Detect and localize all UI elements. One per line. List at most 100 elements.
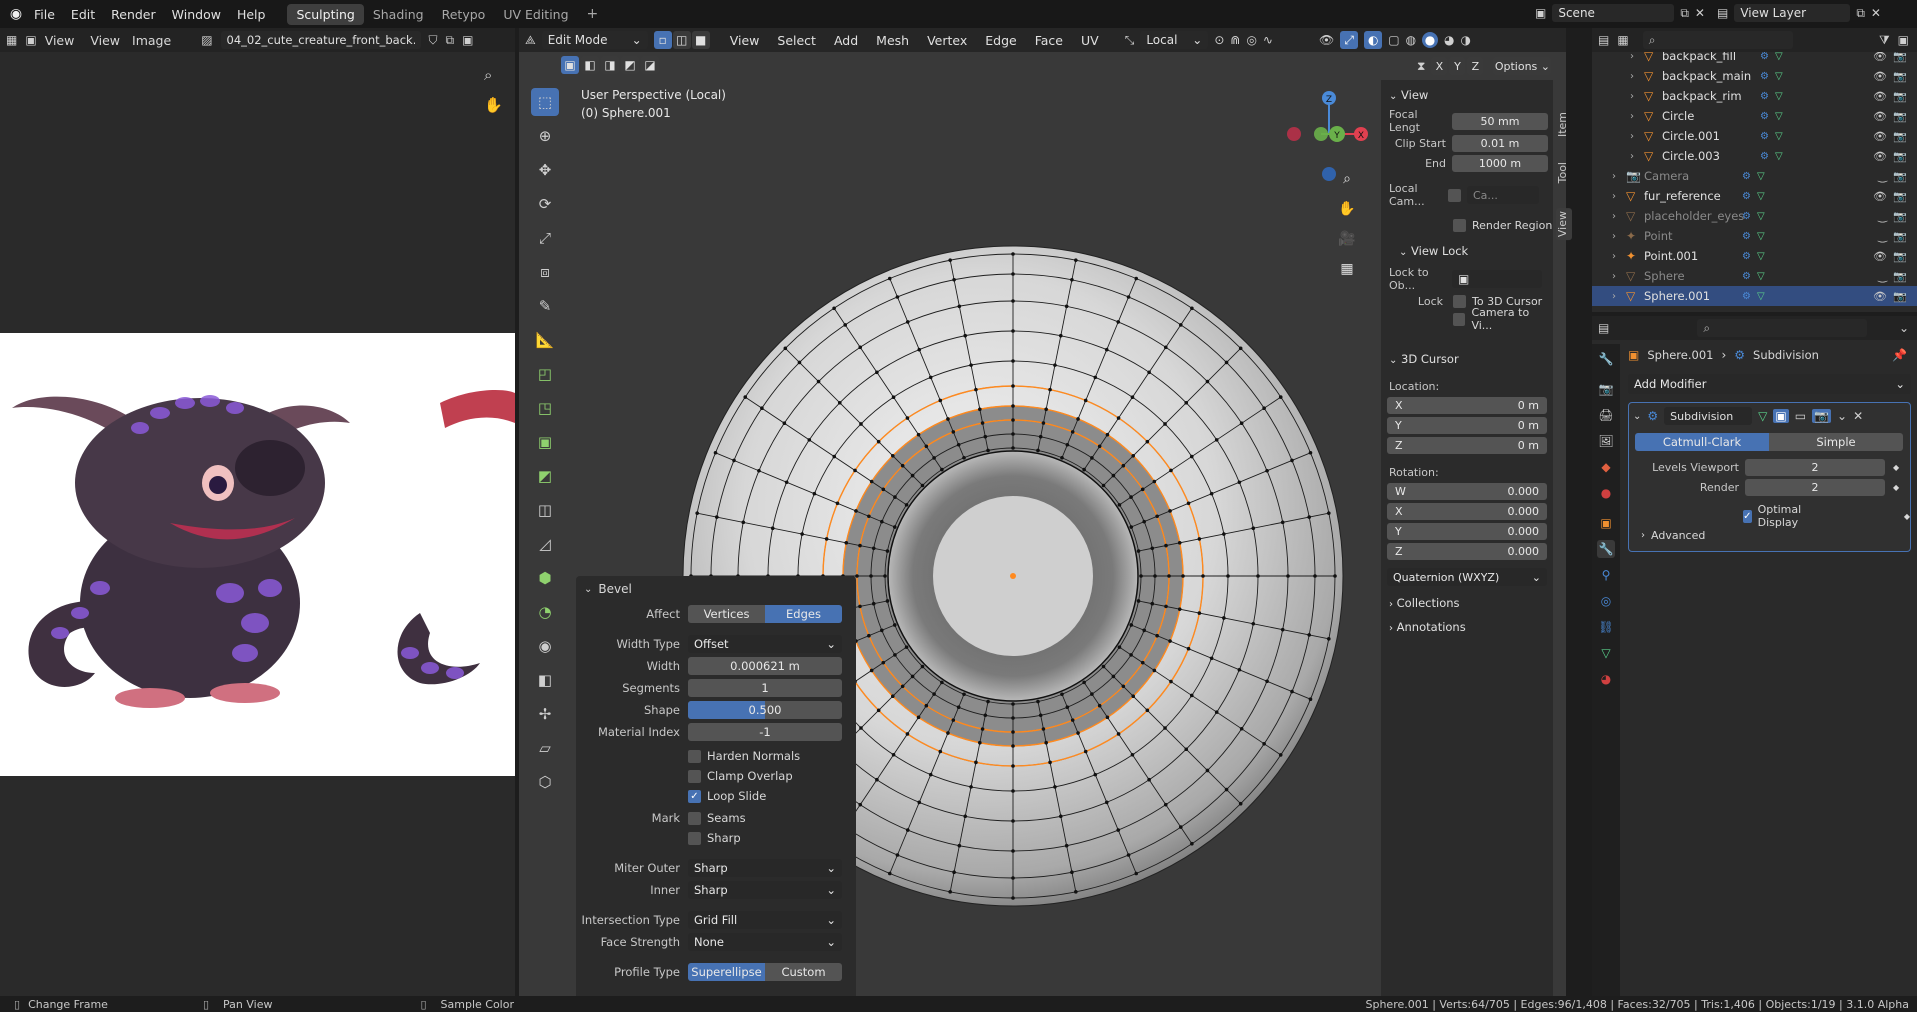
mesh-data-icon[interactable]: ▽ [1757,271,1765,282]
harden-normals-checkbox[interactable] [688,749,701,763]
expand-arrow-icon[interactable]: › [1630,52,1644,62]
visibility-eye-icon[interactable]: ‿ [1878,270,1887,283]
open-image-icon[interactable]: ▣ [462,33,473,47]
pin-icon[interactable]: 📌 [1892,348,1907,362]
collapse-arrow-icon[interactable]: ⌄ [1633,411,1641,422]
outliner-row[interactable]: › ▽ backpack_fill ⚙ ▽ 👁 📷 [1592,52,1917,66]
outliner-search-input[interactable]: ⌕ [1642,31,1793,49]
cursor-rotation-z[interactable]: Z 0.000 [1387,542,1547,560]
viewport-editor-type-icon[interactable]: ⟁ [525,33,536,48]
width-field[interactable]: 0.000621 m [688,657,842,675]
remove-scene-icon[interactable]: ✕ [1695,6,1705,20]
workspace-tab-shading[interactable]: Shading [364,4,433,25]
data-tab-icon[interactable]: ▽ [1597,644,1615,662]
gizmo-toggle-icon[interactable]: ⤢ [1340,31,1359,49]
extrude-tool[interactable]: ◳ [531,394,559,422]
3d-cursor-header[interactable]: 3D Cursor [1401,352,1459,366]
transform-orientation-dropdown[interactable]: Local ⌄ [1140,31,1209,49]
visibility-eye-icon[interactable]: 👁 [1873,290,1887,303]
loop-cut-tool[interactable]: ◫ [531,496,559,524]
blender-logo-icon[interactable]: ◉ [6,6,26,22]
annotations-section-header[interactable]: Annotations [1397,620,1466,634]
render-visibility-icon[interactable]: 📷 [1893,290,1907,303]
select-intersect-icon[interactable]: ◪ [641,56,659,74]
mesh-data-icon[interactable]: ▽ [1757,171,1765,182]
keyframe-dot-icon[interactable]: ◆ [1893,463,1899,472]
image-pan-icon[interactable]: ✋ [484,96,503,114]
chevron-down-icon[interactable]: ⌄ [1899,321,1909,335]
world-tab-icon[interactable]: ● [1597,484,1615,502]
overlay-toggle-icon[interactable]: ◐ [1364,31,1383,49]
modifier-tab-icon[interactable]: 🔧 [1597,540,1615,558]
expand-arrow-icon[interactable]: › [1612,191,1626,202]
outliner-row[interactable]: › ▽ Circle.001 ⚙ ▽ 👁 📷 [1592,126,1917,146]
add-workspace-icon[interactable]: + [578,3,608,25]
outliner-row[interactable]: › ✦ Point ⚙ ▽ ‿ 📷 [1592,226,1917,246]
simple-button[interactable]: Simple [1769,433,1903,451]
width-type-dropdown[interactable]: Offset ⌄ [688,635,842,653]
mesh-data-icon[interactable]: ▽ [1757,291,1765,302]
vp-menu-add[interactable]: Add [828,33,864,48]
miter-outer-dropdown[interactable]: Sharp ⌄ [688,859,842,877]
filter-icon[interactable]: ⧩ [1879,33,1890,48]
mesh-data-icon[interactable]: ▽ [1757,231,1765,242]
render-visibility-icon[interactable]: 📷 [1893,90,1907,103]
rotate-tool[interactable]: ⟳ [531,190,559,218]
outliner-row[interactable]: › ▽ Sphere.001 ⚙ ▽ 👁 📷 [1592,286,1917,306]
render-levels-field[interactable]: 2 [1745,479,1885,496]
modifier-icon[interactable]: ⚙ [1742,271,1751,282]
local-camera-field[interactable]: Ca... [1467,186,1539,204]
3d-viewport[interactable]: ⟁ Edit Mode ⌄ ▫ ◫ ■ View Select Add Mesh … [519,28,1572,1012]
mode-dropdown[interactable]: Edit Mode ⌄ [541,31,648,49]
annotate-tool[interactable]: ✎ [531,292,559,320]
zoom-icon[interactable]: ⌕ [1336,168,1358,190]
modifier-icon[interactable]: ⚙ [1742,291,1751,302]
editor-type-icon[interactable]: ▦ [6,33,17,47]
shear-tool[interactable]: ▱ [531,734,559,762]
rip-tool[interactable]: ⬡ [531,768,559,796]
options-button[interactable]: Options ⌄ [1493,57,1552,75]
visibility-eye-icon[interactable]: 👁 [1873,90,1887,103]
outliner-editor-type-icon[interactable]: ▤ [1598,33,1609,47]
collapse-arrow-icon[interactable]: ⌄ [1399,247,1407,258]
properties-search-input[interactable]: ⌕ [1697,319,1868,337]
tab-view[interactable]: View [1556,208,1572,241]
spin-tool[interactable]: ◔ [531,598,559,626]
cursor-rotation-w[interactable]: W 0.000 [1387,482,1547,500]
expand-arrow-icon[interactable]: › [1612,211,1626,222]
cursor-location-z[interactable]: Z0 m [1387,436,1547,454]
select-subtract-icon[interactable]: ◨ [601,56,619,74]
expand-arrow-icon[interactable]: › [1641,530,1645,541]
visibility-eye-icon[interactable]: 👁 [1873,110,1887,123]
camera-view-icon[interactable]: 🎥 [1336,228,1358,250]
fake-user-icon[interactable]: ⛉ [429,33,438,48]
image-menu-view[interactable]: View [90,33,120,48]
loop-slide-checkbox[interactable]: ✓ [688,789,701,803]
cursor-location-x[interactable]: X0 m [1387,396,1547,414]
render-visibility-icon[interactable]: 📷 [1893,250,1907,263]
vertex-select-button[interactable]: ▫ [653,31,672,49]
close-icon[interactable]: ✕ [1853,409,1863,423]
view-layer-tab-icon[interactable]: 🖼 [1597,432,1615,450]
outliner-row[interactable]: › ✦ Point.001 ⚙ ▽ 👁 📷 [1592,246,1917,266]
view-lock-header[interactable]: View Lock [1411,244,1468,258]
cursor-rotation-y[interactable]: Y 0.000 [1387,522,1547,540]
render-visibility-icon[interactable]: 📷 [1893,270,1907,283]
mirror-z-button[interactable]: Z [1467,57,1484,75]
on-cage-icon[interactable]: ▽ [1758,409,1767,423]
render-tab-icon[interactable]: 📷 [1597,380,1615,398]
modifier-icon[interactable]: ⚙ [1760,131,1769,142]
visibility-eye-icon[interactable]: ‿ [1878,230,1887,243]
pivot-point-icon[interactable]: ⊙ [1214,33,1224,47]
clip-end-field[interactable]: 1000 m [1452,154,1548,172]
image-zoom-icon[interactable]: ⌕ [484,66,492,84]
expand-arrow-icon[interactable]: › [1389,623,1393,634]
expand-arrow-icon[interactable]: › [1612,231,1626,242]
render-visibility-icon[interactable]: 📷 [1893,210,1907,223]
viewport-display-icon[interactable]: ▭ [1795,409,1806,423]
select-extend-icon[interactable]: ◧ [581,56,599,74]
edge-select-button[interactable]: ◫ [672,31,691,49]
view-layer-field[interactable]: View Layer [1734,4,1851,22]
mark-sharp-checkbox[interactable] [688,831,701,845]
copy-scene-icon[interactable]: ⧉ [1680,6,1689,21]
